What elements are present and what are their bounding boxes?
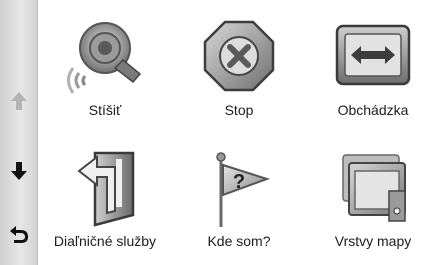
scroll-up-button[interactable] [0,77,37,125]
mute-tile[interactable]: Stíšiť [38,2,172,134]
map-layers-label: Vrstvy mapy [334,233,412,249]
svg-text:?: ? [233,171,245,193]
side-navigation [0,0,38,265]
detour-label: Obchádzka [337,102,409,118]
speaker-icon [67,22,142,94]
scroll-down-button[interactable] [0,147,37,195]
highway-services-tile[interactable]: Diaľničné služby [38,133,172,265]
back-button[interactable] [0,210,37,258]
mute-label: Stíšiť [88,102,122,118]
question-flag-icon: ? [216,152,271,227]
stop-label: Stop [224,102,254,118]
stop-sign-icon [203,20,275,92]
back-arrow-icon [9,226,28,243]
detour-sign-icon [335,24,411,86]
where-am-i-label: Kde som? [207,233,271,249]
arrow-down-icon [10,162,27,180]
arrow-up-icon [10,92,27,110]
highway-services-label: Diaľničné služby [53,233,157,249]
map-layers-tile[interactable]: Vrstvy mapy [306,133,440,265]
map-layers-icon [342,154,406,222]
tools-menu-grid: Stíšiť Stop Obchádzka Diaľničné služby ?… [38,0,441,265]
detour-tile[interactable]: Obchádzka [306,2,440,134]
road-fork-sign-icon [77,151,135,227]
stop-tile[interactable]: Stop [172,2,306,134]
where-am-i-tile[interactable]: ? Kde som? [172,133,306,265]
